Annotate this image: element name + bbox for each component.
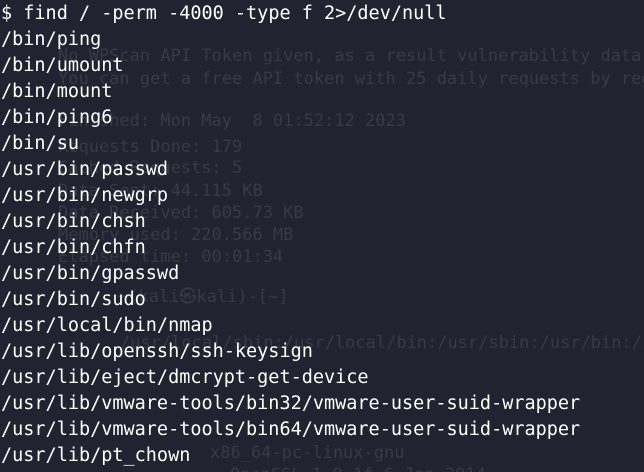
- output-line: /bin/su: [1, 133, 79, 154]
- output-line: /usr/bin/chfn: [1, 237, 146, 258]
- output-line: /bin/ping: [1, 29, 102, 50]
- output-line: /bin/umount: [1, 55, 124, 76]
- terminal-window[interactable]: No WPScan API Token given, as a result v…: [0, 0, 644, 472]
- terminal-output: $ find / -perm -4000 -type f 2>/dev/null…: [1, 1, 644, 469]
- output-line: /usr/lib/vmware-tools/bin32/vmware-user-…: [1, 393, 581, 414]
- output-line: /usr/lib/openssh/ssh-keysign: [1, 341, 313, 362]
- output-line: /usr/bin/newgrp: [1, 185, 169, 206]
- command-text: find / -perm -4000 -type f 2>/dev/null: [23, 3, 447, 24]
- output-line: /bin/ping6: [1, 107, 113, 128]
- output-line: /usr/lib/pt_chown: [1, 445, 191, 466]
- output-line: /usr/local/bin/nmap: [1, 315, 213, 336]
- command-line: $ find / -perm -4000 -type f 2>/dev/null: [1, 1, 644, 27]
- output-line: /usr/lib/eject/dmcrypt-get-device: [1, 367, 369, 388]
- output-line: /usr/lib/vmware-tools/bin64/vmware-user-…: [1, 419, 581, 440]
- output-line: /bin/mount: [1, 81, 113, 102]
- output-line: /usr/bin/sudo: [1, 289, 146, 310]
- output-line: /usr/bin/chsh: [1, 211, 146, 232]
- output-line: /usr/bin/passwd: [1, 159, 169, 180]
- output-line: /usr/bin/gpasswd: [1, 263, 180, 284]
- shell-prompt: $: [1, 3, 24, 24]
